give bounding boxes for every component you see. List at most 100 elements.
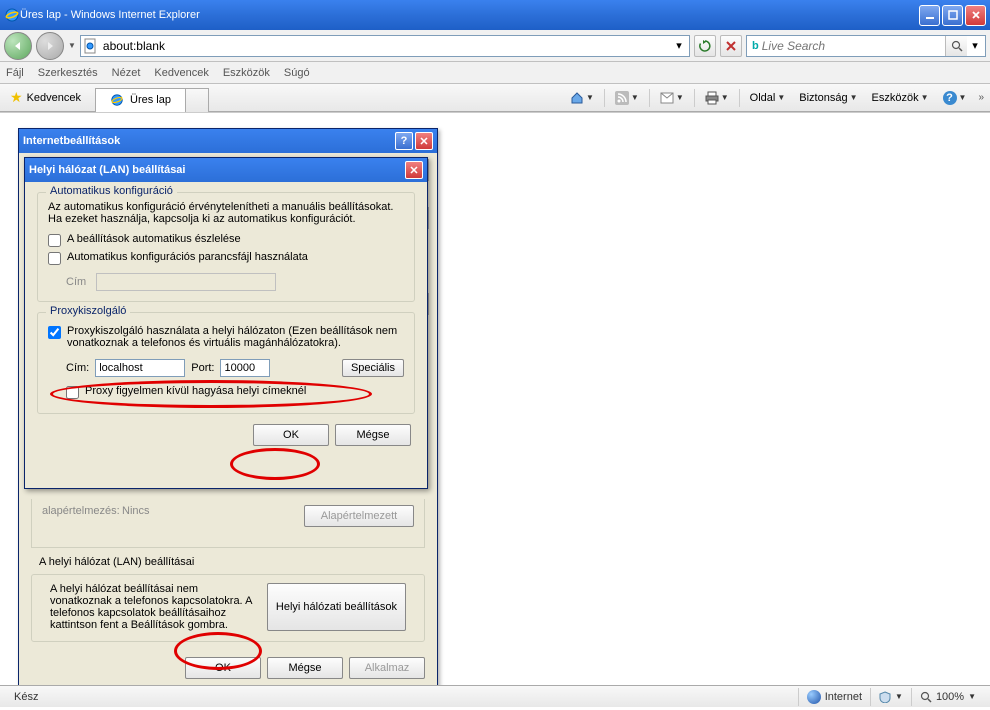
proxy-address-row: Cím: Port: Speciális [66,359,404,377]
child-close-button[interactable]: ✕ [405,161,423,179]
page-icon [83,38,99,54]
forward-button[interactable] [36,32,64,60]
globe-icon [807,690,821,704]
lan-groupbox: A helyi hálózat beállításai nem vonatkoz… [31,574,425,642]
default-value: Nincs [122,505,150,527]
address-input[interactable] [103,37,671,55]
star-icon: ★ [10,89,23,106]
feeds-button[interactable]: ▼ [611,89,643,107]
child-titlebar[interactable]: Helyi hálózat (LAN) beállításai ✕ [25,158,427,182]
script-config-label: Automatikus konfigurációs parancsfájl ha… [67,251,308,263]
favorites-button[interactable]: ★ Kedvencek [4,87,87,108]
status-zone: Internet [798,688,870,706]
help-icon: ? [943,91,957,105]
auto-config-groupbox: Automatikus konfiguráció Az automatikus … [37,192,415,302]
back-button[interactable] [4,32,32,60]
home-button[interactable]: ▼ [566,89,598,107]
ie-icon [110,93,124,107]
proxy-port-input[interactable] [220,359,270,377]
menu-help[interactable]: Súgó [284,67,310,79]
script-address-row: Cím [66,273,404,291]
favorites-label: Kedvencek [27,92,81,104]
zoom-value: 100% [936,691,964,703]
parent-apply-button: Alkalmaz [349,657,425,679]
bypass-local-label: Proxy figyelmen kívül hagyása helyi címe… [85,385,306,397]
overflow-chevron[interactable]: » [976,92,986,103]
page-menu[interactable]: Oldal▼ [746,90,790,106]
reset-default-button: Alapértelmezett [304,505,414,527]
auto-config-legend: Automatikus konfiguráció [46,185,177,197]
maximize-button[interactable] [942,5,963,26]
search-button[interactable] [945,36,967,56]
proxy-address-input[interactable] [95,359,185,377]
child-title: Helyi hálózat (LAN) beállításai [29,164,403,176]
use-proxy-row[interactable]: Proxykiszolgáló használata a helyi hálóz… [48,325,404,349]
zoom-control[interactable]: 100% ▼ [911,688,984,706]
dialog-help-button[interactable]: ? [395,132,413,150]
parent-ok-button[interactable]: OK [185,657,261,679]
use-proxy-label: Proxykiszolgáló használata a helyi hálóz… [67,325,404,349]
detect-settings-label: A beállítások automatikus észlelése [67,233,241,245]
menu-file[interactable]: Fájl [6,67,24,79]
ie-icon [4,7,20,23]
parent-cancel-button[interactable]: Mégse [267,657,343,679]
dialog-close-button[interactable]: ✕ [415,132,433,150]
mail-button[interactable]: ▼ [656,90,688,106]
tab-title: Üres lap [130,94,171,106]
refresh-button[interactable] [694,35,716,57]
detect-settings-checkbox[interactable] [48,234,61,247]
detect-settings-row[interactable]: A beállítások automatikus észlelése [48,233,404,247]
tools-menu[interactable]: Eszközök▼ [868,90,933,106]
protected-mode-icon[interactable]: ▼ [870,688,911,706]
new-tab-button[interactable] [185,88,209,112]
search-dropdown[interactable]: ▾ [967,39,983,52]
menu-favorites[interactable]: Kedvencek [154,67,208,79]
window-title: Üres lap - Windows Internet Explorer [20,9,919,21]
bypass-local-row[interactable]: Proxy figyelmen kívül hagyása helyi címe… [66,385,404,399]
lan-settings-button[interactable]: Helyi hálózati beállítások [267,583,406,631]
auto-config-info: Az automatikus konfiguráció érvénytelení… [48,201,404,225]
print-button[interactable]: ▼ [701,89,733,107]
nav-bar: ▼ ▾ b ▾ [0,30,990,62]
dialog-title: Internetbeállítások [23,135,393,147]
menu-tools[interactable]: Eszközök [223,67,270,79]
bing-icon: b [752,40,759,52]
menu-bar: Fájl Szerkesztés Nézet Kedvencek Eszközö… [0,62,990,84]
proxy-groupbox: Proxykiszolgáló Proxykiszolgáló használa… [37,312,415,414]
script-config-row[interactable]: Automatikus konfigurációs parancsfájl ha… [48,251,404,265]
proxy-address-label: Cím: [66,362,89,374]
nav-history-dropdown[interactable]: ▼ [68,41,76,50]
use-proxy-checkbox[interactable] [48,326,61,339]
search-input[interactable] [762,39,945,53]
proxy-legend: Proxykiszolgáló [46,305,130,317]
menu-edit[interactable]: Szerkesztés [38,67,98,79]
lan-section-title: A helyi hálózat (LAN) beállításai [39,556,425,568]
dialup-groupbox: alapértelmezés: Nincs Alapértelmezett [31,499,425,548]
bypass-local-checkbox[interactable] [66,386,79,399]
lan-settings-dialog: Helyi hálózat (LAN) beállításai ✕ Automa… [24,157,428,489]
proxy-port-label: Port: [191,362,214,374]
default-label: alapértelmezés: [42,505,122,527]
minimize-button[interactable] [919,5,940,26]
favorites-bar: ★ Kedvencek Üres lap ▼ ▼ ▼ ▼ Oldal▼ Bizt… [0,84,990,112]
lan-description: A helyi hálózat beállításai nem vonatkoz… [50,583,257,631]
tab-current[interactable]: Üres lap [95,88,186,112]
child-cancel-button[interactable]: Mégse [335,424,411,446]
script-address-input [96,273,276,291]
address-bar[interactable]: ▾ [80,35,690,57]
proxy-advanced-button[interactable]: Speciális [342,359,404,377]
dialog-titlebar[interactable]: Internetbeállítások ? ✕ [19,129,437,153]
status-ready: Kész [6,688,306,706]
menu-view[interactable]: Nézet [112,67,141,79]
stop-button[interactable] [720,35,742,57]
help-button[interactable]: ?▼ [939,89,971,107]
address-dropdown[interactable]: ▾ [671,39,687,52]
search-box[interactable]: b ▾ [746,35,986,57]
safety-menu[interactable]: Biztonság▼ [795,90,861,106]
script-config-checkbox[interactable] [48,252,61,265]
window-titlebar: Üres lap - Windows Internet Explorer [0,0,990,30]
child-ok-button[interactable]: OK [253,424,329,446]
content-area: Internetbeállítások ? ✕ alapértelmezés: … [0,112,990,710]
close-button[interactable] [965,5,986,26]
command-bar: ▼ ▼ ▼ ▼ Oldal▼ Biztonság▼ Eszközök▼ ?▼ » [566,89,986,107]
